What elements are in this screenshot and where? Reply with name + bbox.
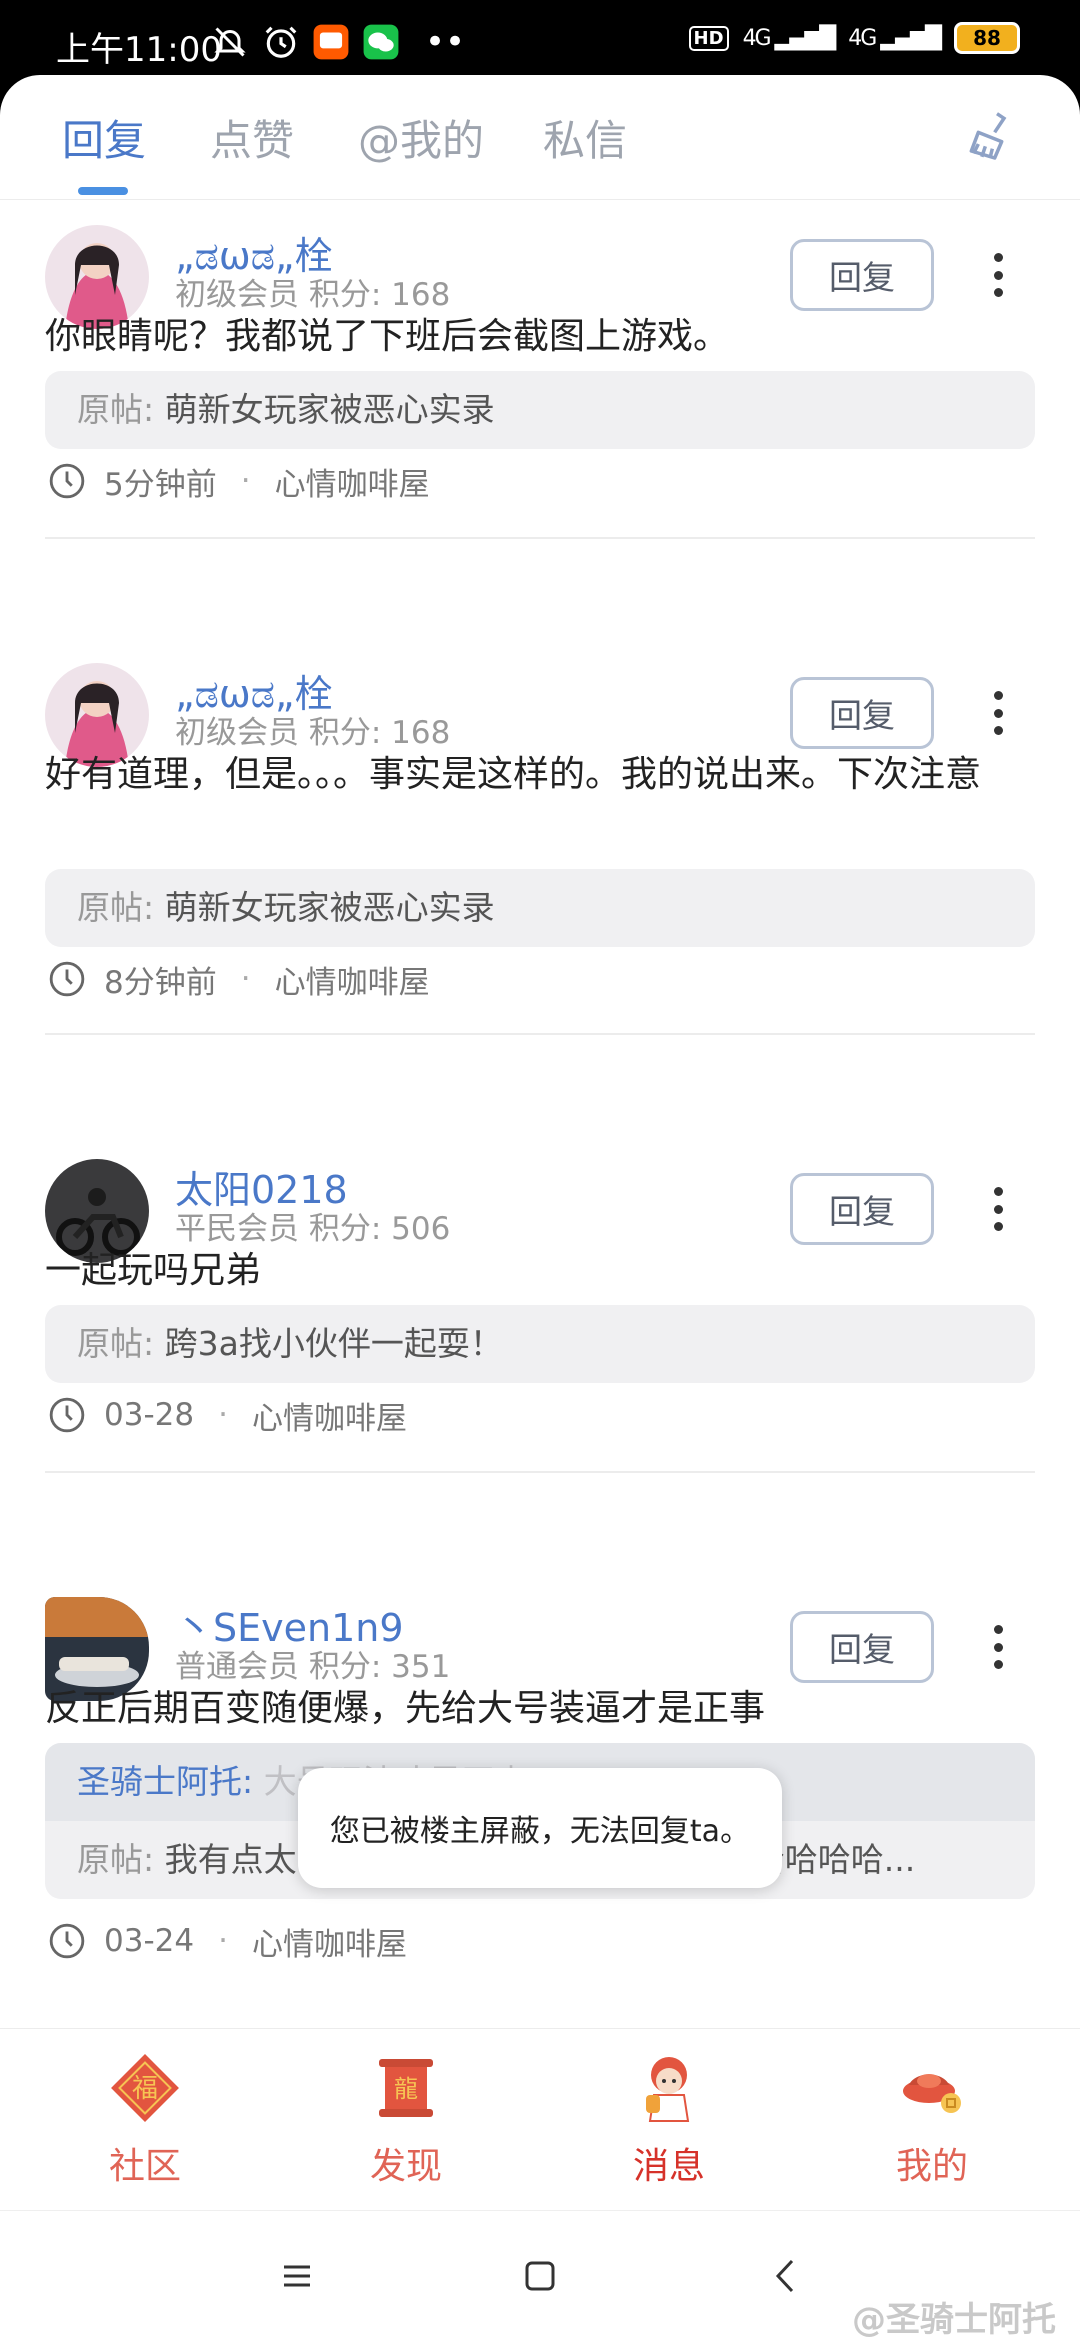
- status-right: HD 4G ▂▄▆█ 4G ▂▄▆█ 88: [688, 22, 1020, 54]
- reply-meta: 03-24 · 心情咖啡屋: [48, 1919, 407, 1963]
- svg-text:福: 福: [132, 2074, 158, 2104]
- clock-icon: [49, 961, 85, 997]
- status-bar: 上午11:00 •• HD 4G ▂▄▆█ 4G ▂▄▆█ 88: [0, 0, 1080, 80]
- more-options-icon[interactable]: [983, 683, 1013, 743]
- message-tabs: 回复 点赞 @我的 私信: [0, 75, 1080, 200]
- more-options-icon[interactable]: [983, 1179, 1013, 1239]
- menu-icon[interactable]: [272, 2251, 322, 2301]
- fu-icon: 福: [111, 2054, 179, 2122]
- alarm-icon: [262, 22, 300, 62]
- reply-time: 03-28: [104, 1397, 195, 1433]
- reply-content: 反正后期百变随便爆，先给大号装逼才是正事: [45, 1688, 766, 1729]
- wechat-app-icon: [362, 22, 400, 62]
- taobao-app-icon: [312, 22, 350, 62]
- reply-button[interactable]: 回复: [790, 1173, 934, 1245]
- reply-feed: „ಡωಡ„栓 初级会员 积分: 168 回复 你眼睛呢？我都说了下班后会截图上游…: [0, 201, 1080, 2031]
- reply-meta: 5分钟前 · 心情咖啡屋: [48, 459, 430, 503]
- reply-content: 一起玩吗兄弟: [45, 1250, 262, 1291]
- quoted-username[interactable]: 圣骑士阿托:: [77, 1762, 253, 1801]
- forum-name[interactable]: 心情咖啡屋: [252, 1393, 407, 1438]
- watermark: @圣骑士阿托: [852, 2300, 1056, 2340]
- clock-icon: [49, 463, 85, 499]
- reply-meta: 03-28 · 心情咖啡屋: [48, 1393, 407, 1437]
- forum-name[interactable]: 心情咖啡屋: [275, 957, 430, 1002]
- original-post-link[interactable]: 原帖: 萌新女玩家被恶心实录: [45, 869, 1035, 947]
- divider: [45, 537, 1035, 539]
- dragon-scroll-icon: 龍: [379, 2059, 433, 2117]
- blocked-toast: 您已被楼主屏蔽，无法回复ta。: [298, 1768, 782, 1888]
- app-window: 回复 点赞 @我的 私信 „ಡωಡ„栓 初级会员 积分: 168 回复 你眼睛呢…: [0, 75, 1080, 2340]
- tab-reply[interactable]: 回复: [62, 107, 146, 168]
- reply-meta: 8分钟前 · 心情咖啡屋: [48, 957, 430, 1001]
- reply-button[interactable]: 回复: [790, 677, 934, 749]
- reply-time: 03-24: [104, 1923, 195, 1959]
- nav-profile[interactable]: 我的: [832, 2051, 1032, 2189]
- clock-icon: [49, 1923, 85, 1959]
- reply-button[interactable]: 回复: [790, 239, 934, 311]
- mascot-icon: [646, 2057, 690, 2122]
- status-time: 上午11:00: [56, 30, 222, 70]
- reply-content: 你眼睛呢？我都说了下班后会截图上游戏。: [45, 316, 730, 357]
- tab-mentions[interactable]: @我的: [358, 107, 484, 168]
- tab-likes[interactable]: 点赞: [210, 107, 294, 168]
- divider: [45, 1033, 1035, 1035]
- svg-text:龍: 龍: [394, 2075, 418, 2103]
- active-tab-indicator: [78, 187, 128, 195]
- signal-2-icon: 4G ▂▄▆█: [848, 25, 942, 51]
- gold-ingot-icon: [903, 2074, 961, 2113]
- home-icon[interactable]: [515, 2251, 565, 2301]
- original-post-link[interactable]: 原帖: 萌新女玩家被恶心实录: [45, 371, 1035, 449]
- signal-1-icon: 4G ▂▄▆█: [742, 25, 837, 51]
- clock-icon: [49, 1397, 85, 1433]
- nav-discover[interactable]: 龍 发现: [306, 2051, 506, 2189]
- reply-content: 好有道理，但是。。。事实是这样的。我的说出来。下次注意: [45, 754, 982, 795]
- more-options-icon[interactable]: [983, 245, 1013, 305]
- forum-name[interactable]: 心情咖啡屋: [252, 1919, 407, 1964]
- hd-badge: HD: [688, 25, 729, 51]
- reply-time: 5分钟前: [104, 466, 217, 503]
- tab-private-messages[interactable]: 私信: [543, 107, 627, 168]
- more-notifications-icon: ••: [425, 22, 466, 62]
- divider: [45, 1471, 1035, 1473]
- nav-community[interactable]: 福 社区: [45, 2051, 245, 2189]
- more-options-icon[interactable]: [983, 1617, 1013, 1677]
- original-post-link[interactable]: 原帖: 跨3a找小伙伴一起耍！: [45, 1305, 1035, 1383]
- broom-clear-icon[interactable]: [962, 109, 1018, 165]
- reply-time: 8分钟前: [104, 964, 217, 1001]
- back-icon[interactable]: [762, 2251, 812, 2301]
- nav-messages[interactable]: 消息: [569, 2051, 769, 2189]
- battery-icon: 88: [954, 22, 1020, 54]
- forum-name[interactable]: 心情咖啡屋: [275, 459, 430, 504]
- bottom-nav: 福 社区 龍 发现 消息 我的: [0, 2028, 1080, 2208]
- mute-bell-icon: [212, 22, 248, 62]
- reply-button[interactable]: 回复: [790, 1611, 934, 1683]
